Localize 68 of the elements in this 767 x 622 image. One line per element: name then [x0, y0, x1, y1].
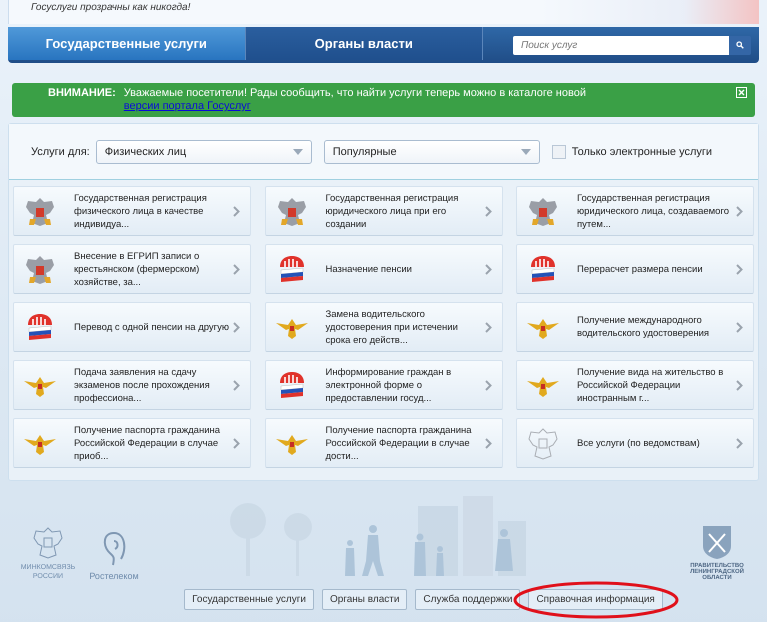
nav-tab[interactable]: Государственные услуги — [8, 27, 246, 60]
service-tile[interactable]: Получение паспорта гражданина Российской Федерации в случае приоб... — [13, 418, 251, 468]
checkbox[interactable] — [552, 144, 566, 158]
chevron-right-icon — [233, 322, 240, 332]
notice-text: Уважаемые посетители! Рады сообщить, что найти услуги теперь можно в каталоге новой версии портала Госуслуг — [124, 87, 587, 113]
service-title: Получение паспорта гражданина Российской Федерации в случае приоб... — [74, 424, 222, 462]
sort-dropdown[interactable]: Популярные — [324, 140, 540, 164]
close-button[interactable] — [736, 87, 747, 98]
service-title: Государственная регистрация юридического лица, создаваемого путем... — [577, 192, 730, 230]
service-title: Все услуги (по ведомствам) — [577, 436, 701, 450]
chevron-right-icon — [736, 206, 743, 216]
audience-dropdown[interactable]: Физических лиц — [96, 140, 312, 164]
service-tile[interactable]: Внесение в ЕГРИП записи о крестьянском (фермерском) хозяйстве, за... — [13, 244, 251, 294]
search-button[interactable] — [729, 36, 751, 54]
service-tile[interactable]: Государственная регистрация физического лица в качестве индивидуа... — [13, 186, 251, 236]
service-title: Замена водительского удостоверения при истечении срока его действ... — [326, 308, 459, 346]
service-tile[interactable]: Все услуги (по ведомствам) — [516, 418, 754, 468]
chevron-right-icon — [736, 264, 743, 274]
chevron-right-icon — [736, 438, 743, 448]
service-tile[interactable]: Получение вида на жительство в Российской Федерации иностранным г... — [516, 360, 754, 410]
chevron-right-icon — [736, 322, 743, 332]
chevron-right-icon — [233, 380, 240, 390]
service-tile[interactable]: Назначение пенсии — [264, 244, 502, 294]
service-title: Получение вида на жительство в Российской Федерации иностранным г... — [577, 366, 724, 404]
service-title: Государственная регистрация юридического лица при его создании — [326, 192, 460, 230]
close-icon — [736, 87, 747, 98]
footer-link-button[interactable]: Служба поддержки — [415, 589, 520, 610]
chevron-right-icon — [233, 206, 240, 216]
service-tile[interactable]: Получение международного водительского удостоверения — [516, 302, 754, 352]
service-title: Назначение пенсии — [326, 262, 413, 276]
tagline: Госуслуги прозрачны как никогда! — [31, 2, 190, 12]
service-title: Получение международного водительского удостоверения — [577, 314, 710, 340]
chevron-right-icon — [484, 322, 492, 332]
search-icon — [736, 41, 744, 49]
search-field[interactable]: Поиск услуг — [513, 36, 729, 54]
service-title: Информирование граждан в электронной форме о предоставлении госуд... — [326, 366, 452, 404]
caret-icon — [520, 148, 531, 154]
service-title: Внесение в ЕГРИП записи о крестьянском (фермерском) хозяйстве, за... — [74, 250, 200, 288]
service-tile[interactable]: Перевод с одной пенсии на другую — [13, 302, 251, 352]
caret-icon — [292, 148, 303, 154]
chevron-right-icon — [484, 438, 492, 448]
checkbox-label: Только электронные услуги — [572, 146, 712, 158]
filter-label: Услуги для: — [31, 146, 90, 158]
service-title: Перевод с одной пенсии на другую — [74, 320, 229, 334]
partner-name: Ростелеком — [89, 571, 139, 581]
service-title: Подача заявления на сдачу экзаменов после прохождения профессиона... — [74, 366, 211, 404]
service-tile[interactable]: Замена водительского удостоверения при истечении срока его действ... — [264, 302, 502, 352]
shield-emblem-icon — [701, 524, 733, 560]
service-tile[interactable]: Информирование граждан в электронной форме о предоставлении госуд... — [264, 360, 502, 410]
service-tile[interactable]: Государственная регистрация юридического лица при его создании — [264, 186, 502, 236]
service-title: Государственная регистрация физического лица в качестве индивидуа... — [74, 192, 208, 230]
footer-link-button[interactable]: Государственные услуги — [184, 589, 314, 610]
chevron-right-icon — [484, 380, 492, 390]
service-tile[interactable]: Получение паспорта гражданина Российской Федерации в случае дости... — [264, 418, 502, 468]
chevron-right-icon — [736, 380, 743, 390]
service-title: Перерасчет размера пенсии — [577, 262, 704, 276]
footer-link-button[interactable]: Органы власти — [322, 589, 408, 610]
chevron-right-icon — [233, 264, 240, 274]
chevron-right-icon — [484, 264, 492, 274]
service-tile[interactable]: Государственная регистрация юридического лица, создаваемого путем... — [516, 186, 754, 236]
nav-tab[interactable]: Органы власти — [246, 27, 483, 60]
service-tile[interactable]: Подача заявления на сдачу экзаменов после прохождения профессиона... — [13, 360, 251, 410]
service-title: Получение паспорта гражданина Российской Федерации в случае дости... — [326, 424, 473, 462]
footer-link-button[interactable]: Справочная информация — [528, 589, 663, 610]
notice-label: ВНИМАНИЕ: — [48, 87, 116, 101]
chevron-right-icon — [484, 206, 492, 216]
chevron-right-icon — [233, 438, 240, 448]
service-tile[interactable]: Перерасчет размера пенсии — [516, 244, 754, 294]
